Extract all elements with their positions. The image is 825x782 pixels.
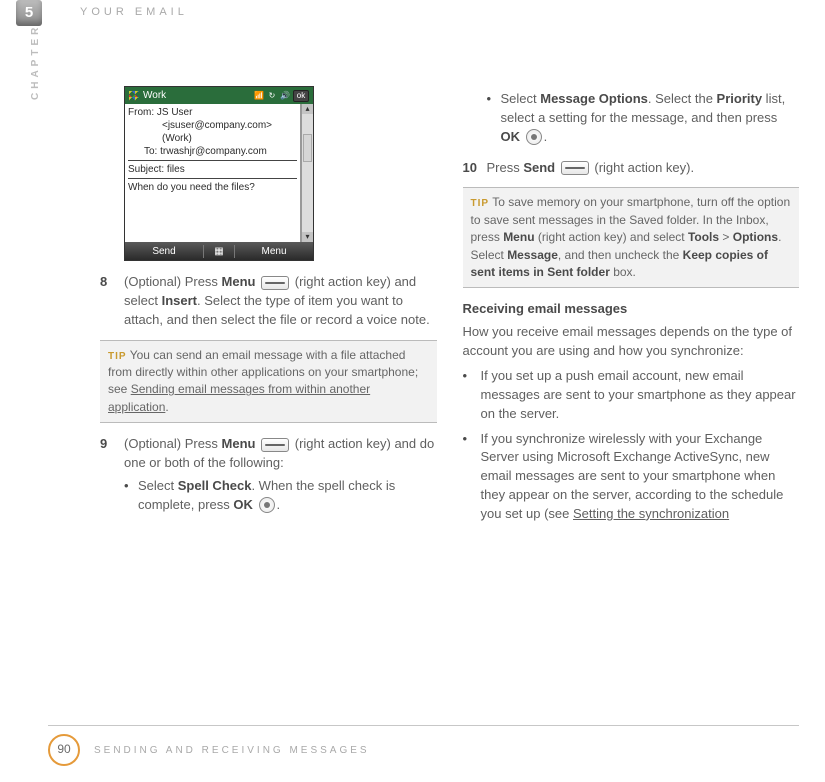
compose-screenshot: Work 📶 ↻ 🔊 ok From: JS User <jsuser@comp… bbox=[124, 86, 314, 261]
ok-key-icon bbox=[526, 129, 542, 145]
receiving-intro: How you receive email messages depends o… bbox=[463, 323, 800, 361]
step-8: 8 (Optional) Press Menu (right action ke… bbox=[100, 273, 437, 330]
from-account: (Work) bbox=[128, 132, 297, 145]
step-9: 9 (Optional) Press Menu (right action ke… bbox=[100, 435, 437, 473]
softkey-send: Send bbox=[125, 245, 203, 258]
action-key-icon bbox=[261, 276, 289, 290]
action-key-icon bbox=[561, 161, 589, 175]
action-key-icon bbox=[261, 438, 289, 452]
step-9-number: 9 bbox=[100, 435, 124, 473]
screenshot-titlebar: Work 📶 ↻ 🔊 ok bbox=[125, 87, 313, 104]
footer-section-title: SENDING AND RECEIVING MESSAGES bbox=[94, 745, 370, 756]
page-number: 90 bbox=[48, 734, 80, 766]
scrollbar: ▴ ▾ bbox=[301, 104, 313, 242]
step-8-number: 8 bbox=[100, 273, 124, 330]
signal-icon: 📶 bbox=[254, 91, 264, 101]
chapter-side-label: CHAPTER bbox=[30, 24, 41, 100]
softkey-menu: Menu bbox=[235, 245, 313, 258]
from-email: <jsuser@company.com> bbox=[128, 119, 297, 132]
link-sending-from-app[interactable]: Sending email messages from within anoth… bbox=[108, 382, 370, 413]
step-9-sub-a: • Select Spell Check. When the spell che… bbox=[100, 477, 437, 515]
content-area: Work 📶 ↻ 🔊 ok From: JS User <jsuser@comp… bbox=[100, 86, 799, 722]
page-footer: 90 SENDING AND RECEIVING MESSAGES bbox=[48, 725, 799, 766]
subject-label: Subject: bbox=[128, 164, 164, 175]
step-10: 10 Press Send (right action key). bbox=[463, 159, 800, 178]
tip-box-2: TIP To save memory on your smartphone, t… bbox=[463, 187, 800, 288]
receiving-bullets: • If you set up a push email account, ne… bbox=[463, 367, 800, 524]
softkey-keyboard-icon: ▦ bbox=[203, 245, 235, 258]
scroll-up-icon: ▴ bbox=[302, 104, 313, 114]
ok-pill: ok bbox=[293, 90, 309, 102]
left-column: Work 📶 ↻ 🔊 ok From: JS User <jsuser@comp… bbox=[100, 86, 437, 722]
subject-value: files bbox=[167, 164, 185, 175]
from-label: From: bbox=[128, 107, 154, 118]
softkey-bar: Send ▦ Menu bbox=[125, 242, 313, 260]
scroll-down-icon: ▾ bbox=[302, 232, 313, 242]
to-label: To: bbox=[144, 146, 157, 157]
sync-icon: ↻ bbox=[267, 91, 277, 101]
step-10-number: 10 bbox=[463, 159, 487, 178]
right-column: • Select Message Options. Select the Pri… bbox=[463, 86, 800, 722]
screenshot-title: Work bbox=[143, 89, 166, 102]
bullet-push-account: If you set up a push email account, new … bbox=[481, 367, 800, 424]
tip-label: TIP bbox=[108, 351, 127, 362]
tip-box-1: TIP You can send an email message with a… bbox=[100, 340, 437, 424]
ok-key-icon bbox=[259, 497, 275, 513]
link-sync-settings[interactable]: Setting the synchronization bbox=[573, 506, 729, 521]
page-header-title: YOUR EMAIL bbox=[80, 6, 188, 18]
scroll-thumb bbox=[303, 134, 312, 162]
bullet-activesync: If you synchronize wirelessly with your … bbox=[481, 430, 800, 524]
to-value: trwashjr@company.com bbox=[160, 146, 267, 157]
windows-flag-icon bbox=[129, 91, 139, 101]
chapter-number-tab: 5 bbox=[16, 0, 42, 26]
body-text: When do you need the files? bbox=[128, 181, 297, 194]
heading-receiving: Receiving email messages bbox=[463, 300, 800, 319]
step-9-sub-b: • Select Message Options. Select the Pri… bbox=[463, 90, 800, 147]
tip-label: TIP bbox=[471, 198, 490, 209]
speaker-icon: 🔊 bbox=[280, 91, 290, 101]
